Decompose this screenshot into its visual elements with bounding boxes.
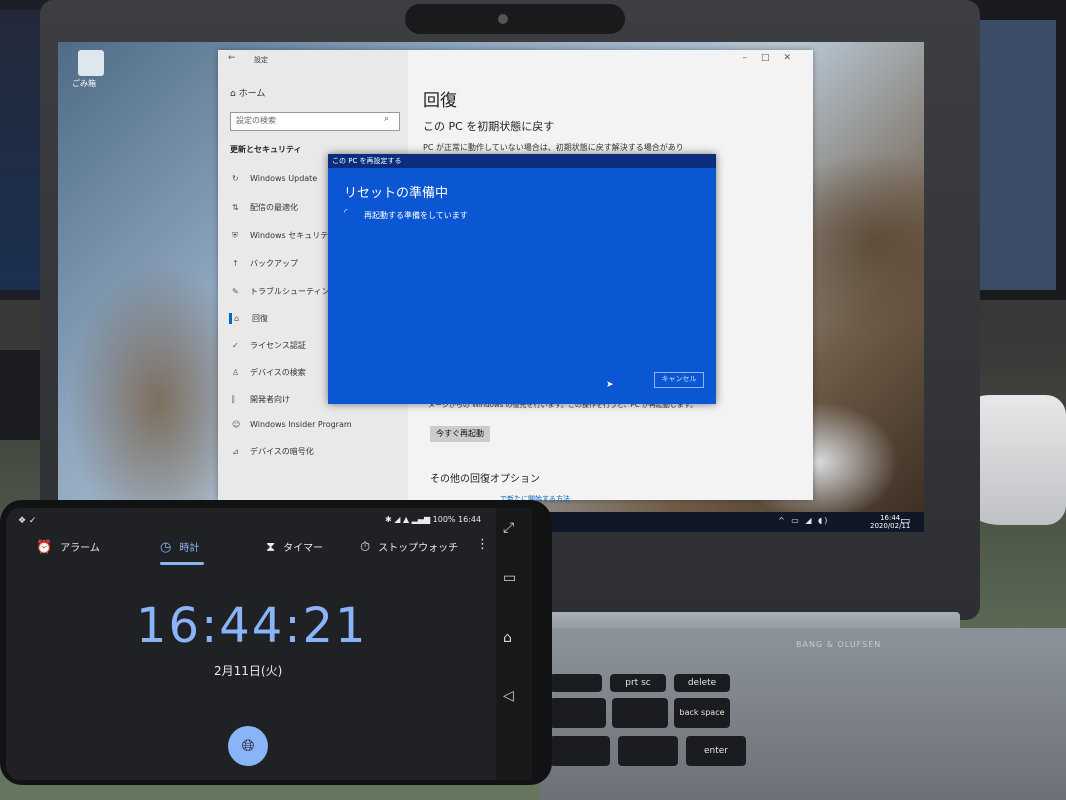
webcam-bar <box>405 4 625 34</box>
home-label: ホーム <box>238 89 266 99</box>
tab-timer[interactable]: ⧗ タイマー <box>266 539 323 555</box>
shield-icon: ⛨ <box>232 231 238 240</box>
sidebar-item-find-my-device[interactable]: ♙ デバイスの検索 <box>232 367 306 378</box>
laptop-brand: BANG & OLUFSEN <box>796 640 882 649</box>
spinner-icon: ◜ <box>344 208 348 218</box>
sidebar-item-windows-update[interactable]: ↻ Windows Update <box>232 174 317 183</box>
wrench-icon: ✎ <box>232 287 239 296</box>
page-title: 回復 <box>423 91 457 111</box>
alarm-icon: ⏰ <box>36 540 53 555</box>
dev-tools-icon: ⫿ <box>232 395 235 404</box>
key[interactable] <box>550 736 610 766</box>
window-controls[interactable]: –□✕ <box>742 53 805 63</box>
tab-clock[interactable]: ◷ 時計 <box>160 539 199 555</box>
delivery-icon: ⇅ <box>232 203 239 212</box>
check-circle-icon: ✓ <box>232 341 239 350</box>
sidebar-item-windows-insider[interactable]: ☺ Windows Insider Program <box>232 420 352 429</box>
world-clock-button[interactable]: 🌐︎ <box>228 726 268 766</box>
system-tray-icons[interactable]: ^ ▭ ◢ ◖) <box>778 516 829 525</box>
page-body-text: PC が正常に動作していない場合は、初期状態に戻す解決する場合があり <box>423 143 684 152</box>
section-heading: 更新とセキュリティ <box>230 145 302 154</box>
back-arrow-icon[interactable]: ← <box>228 53 236 63</box>
laptop-keyboard-deck: prt sc delete back space enter <box>540 628 1066 800</box>
recents-icon[interactable]: ▭ <box>503 570 516 586</box>
rotate-icon[interactable]: ⤢ <box>503 520 514 536</box>
hourglass-icon: ⧗ <box>266 540 276 555</box>
phone-navigation-bar <box>496 508 532 780</box>
sidebar-item-windows-security[interactable]: ⛨ Windows セキュリティ <box>232 230 336 241</box>
dialog-title: この PC を再設定する <box>332 157 402 165</box>
tab-stopwatch[interactable]: ⏱ ストップウォッチ <box>360 539 458 555</box>
refresh-icon: ↻ <box>232 174 239 183</box>
phone-status-text: 100% 16:44 <box>432 515 482 524</box>
other-options-heading: その他の回復オプション <box>430 474 540 485</box>
key-backspace[interactable]: back space <box>674 698 730 728</box>
key[interactable] <box>550 674 602 692</box>
backup-icon: ↑ <box>232 259 239 268</box>
window-title: 設定 <box>254 56 268 64</box>
key[interactable] <box>612 698 668 728</box>
sidebar-item-recovery[interactable]: ⌂ 回復 <box>229 313 268 324</box>
cancel-button[interactable]: キャンセル <box>654 372 704 388</box>
search-icon[interactable]: ⌕ <box>384 114 389 124</box>
webcam-icon <box>498 14 508 24</box>
key-delete[interactable]: delete <box>674 674 730 692</box>
sidebar-item-troubleshoot[interactable]: ✎ トラブルシューティング <box>232 286 338 297</box>
key-prtsc[interactable]: prt sc <box>610 674 666 692</box>
page-subtitle: この PC を初期状態に戻す <box>423 120 555 133</box>
signal-icons: ✱ ◢ ▲ ▂▄▆ <box>385 515 433 524</box>
more-options-icon[interactable]: ⋮ <box>476 537 489 552</box>
home-icon: ⌂ <box>230 89 236 99</box>
encryption-icon: ⊿ <box>232 447 239 456</box>
reset-pc-dialog: この PC を再設定する リセットの準備中 ◜ 再起動する準備をしています キャ… <box>328 154 716 404</box>
recovery-icon: ⌂ <box>234 314 240 323</box>
clock-icon: ◷ <box>160 540 172 555</box>
insider-icon: ☺ <box>232 420 241 429</box>
sidebar-item-delivery-optimization[interactable]: ⇅ 配信の最適化 <box>232 202 298 213</box>
recycle-bin-icon[interactable] <box>78 50 104 76</box>
phone-status-bar: ✱ ◢ ▲ ▂▄▆ 100% 16:44 <box>385 515 481 524</box>
active-tab-indicator <box>160 562 204 565</box>
notification-status-icons: ❖ ✓ <box>18 516 37 526</box>
globe-icon: 🌐︎ <box>241 736 255 755</box>
home-nav-item[interactable]: ⌂ ホーム <box>230 86 265 99</box>
sidebar-item-device-encryption[interactable]: ⊿ デバイスの暗号化 <box>232 446 314 457</box>
home-button-icon[interactable]: ⌂ <box>503 630 512 646</box>
recycle-bin-label: ごみ箱 <box>72 79 96 88</box>
key[interactable] <box>550 698 606 728</box>
laptop-screen: ごみ箱 ← 設定 –□✕ ⌂ ホーム 設定の検索 ⌕ 更新とセキュリティ ↻ Wi… <box>58 42 924 532</box>
sidebar-item-activation[interactable]: ✓ ライセンス認証 <box>232 340 306 351</box>
person-pin-icon: ♙ <box>232 368 240 377</box>
sidebar-item-for-developers[interactable]: ⫿ 開発者向け <box>232 394 290 405</box>
key-enter[interactable]: enter <box>686 736 746 766</box>
stopwatch-icon: ⏱ <box>360 540 371 555</box>
dialog-heading: リセットの準備中 <box>344 186 449 201</box>
tab-alarm[interactable]: ⏰ アラーム <box>36 539 100 555</box>
key[interactable] <box>618 736 678 766</box>
notification-icon[interactable]: ▭ <box>900 514 910 527</box>
sidebar-item-backup[interactable]: ↑ バックアップ <box>232 258 298 269</box>
mouse-pointer-icon: ➤ <box>606 380 614 390</box>
search-placeholder: 設定の検索 <box>236 116 276 125</box>
back-icon[interactable]: ◁ <box>503 688 514 704</box>
clock-time: 16:44:21 <box>136 598 368 654</box>
restart-now-button[interactable]: 今すぐ再起動 <box>430 426 490 442</box>
clock-date: 2月11日(火) <box>214 664 283 678</box>
dialog-status: 再起動する準備をしています <box>364 211 468 220</box>
